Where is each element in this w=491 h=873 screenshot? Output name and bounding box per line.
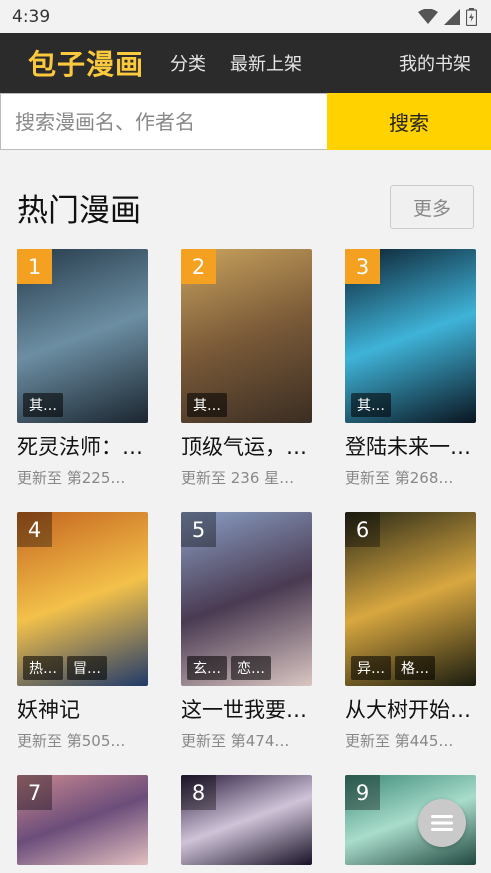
nav-latest[interactable]: 最新上架 — [230, 50, 302, 76]
genre-tag: 其… — [187, 393, 227, 417]
comic-update: 更新至 第445… — [345, 732, 454, 750]
genre-tag: 冒… — [67, 656, 107, 680]
tag-list: 其… — [187, 393, 227, 417]
rank-badge: 6 — [345, 512, 380, 547]
genre-tag: 玄… — [187, 656, 227, 680]
rank-badge: 9 — [345, 775, 380, 810]
genre-tag: 其… — [351, 393, 391, 417]
comic-cover[interactable]: 4 热… 冒… — [17, 512, 148, 686]
wifi-icon — [418, 8, 438, 24]
comic-grid: 1 其… 死灵法师：… 更新至 第225… 2 其… 顶级气运，… 更新至 236 星… 3 其…… — [0, 249, 491, 865]
signal-icon — [444, 8, 460, 25]
comic-cover[interactable]: 8 — [181, 775, 312, 865]
comic-title[interactable]: 从大树开始… — [345, 694, 476, 724]
genre-tag: 其… — [23, 393, 63, 417]
tag-list: 玄… 恋… — [187, 656, 271, 680]
menu-icon — [431, 815, 453, 831]
rank-badge: 2 — [181, 249, 216, 284]
search-bar: 搜索 — [0, 93, 491, 150]
nav-bookshelf[interactable]: 我的书架 — [399, 50, 471, 76]
rank-badge: 4 — [17, 512, 52, 547]
tag-list: 热… 冒… — [23, 656, 107, 680]
rank-badge: 7 — [17, 775, 52, 810]
genre-tag: 恋… — [231, 656, 271, 680]
comic-cover[interactable]: 5 玄… 恋… — [181, 512, 312, 686]
comic-update: 更新至 第268… — [345, 469, 454, 487]
genre-tag: 格… — [395, 656, 435, 680]
comic-cover[interactable]: 6 异… 格… — [345, 512, 476, 686]
comic-card[interactable]: 4 热… 冒… 妖神记更新至 第505… — [17, 512, 148, 751]
comic-cover[interactable]: 3 其… — [345, 249, 476, 423]
comic-update: 更新至 第474… — [181, 732, 290, 750]
comic-card[interactable]: 3 其… 登陆未来一… 更新至 第268… — [345, 249, 476, 488]
comic-cover[interactable]: 7 — [17, 775, 148, 865]
comic-update: 更新至 第225… — [17, 469, 126, 487]
search-button[interactable]: 搜索 — [327, 93, 491, 150]
comic-update: 更新至 236 星… — [181, 469, 295, 487]
status-bar: 4:39 — [0, 0, 491, 33]
comic-title[interactable]: 妖神记 — [17, 694, 148, 724]
app-logo[interactable]: 包子漫画 — [28, 43, 144, 83]
comic-title[interactable]: 顶级气运，… — [181, 431, 312, 461]
comic-update: 更新至 第505… — [17, 732, 126, 750]
tag-list: 异… 格… — [351, 656, 435, 680]
menu-fab[interactable] — [418, 799, 466, 847]
status-time: 4:39 — [12, 6, 51, 27]
comic-card[interactable]: 6 异… 格… 从大树开始… 更新至 第445… — [345, 512, 476, 751]
comic-cover[interactable]: 1 其… — [17, 249, 148, 423]
section-title: 热门漫画 — [17, 192, 141, 229]
section-header: 热门漫画 更多 — [0, 185, 491, 229]
comic-card[interactable]: 5 玄… 恋… 这一世我要… 更新至 第474… — [181, 512, 312, 751]
tag-list: 其… — [23, 393, 63, 417]
rank-badge: 3 — [345, 249, 380, 284]
comic-title[interactable]: 死灵法师：… — [17, 431, 148, 461]
more-button[interactable]: 更多 — [390, 185, 474, 229]
genre-tag: 异… — [351, 656, 391, 680]
comic-card[interactable]: 1 其… 死灵法师：… 更新至 第225… — [17, 249, 148, 488]
genre-tag: 热… — [23, 656, 63, 680]
tag-list: 其… — [351, 393, 391, 417]
rank-badge: 1 — [17, 249, 52, 284]
battery-icon — [466, 7, 477, 26]
rank-badge: 8 — [181, 775, 216, 810]
comic-title[interactable]: 这一世我要… — [181, 694, 312, 724]
comic-cover[interactable]: 2 其… — [181, 249, 312, 423]
comic-card[interactable]: 2 其… 顶级气运，… 更新至 236 星… — [181, 249, 312, 488]
nav-category[interactable]: 分类 — [170, 50, 206, 76]
comic-title[interactable]: 登陆未来一… — [345, 431, 476, 461]
search-input[interactable] — [0, 93, 327, 150]
rank-badge: 5 — [181, 512, 216, 547]
status-icons — [418, 7, 477, 26]
comic-card[interactable]: 8 — [181, 775, 312, 865]
comic-card[interactable]: 7 — [17, 775, 148, 865]
app-header: 包子漫画 分类 最新上架 我的书架 — [0, 33, 491, 93]
